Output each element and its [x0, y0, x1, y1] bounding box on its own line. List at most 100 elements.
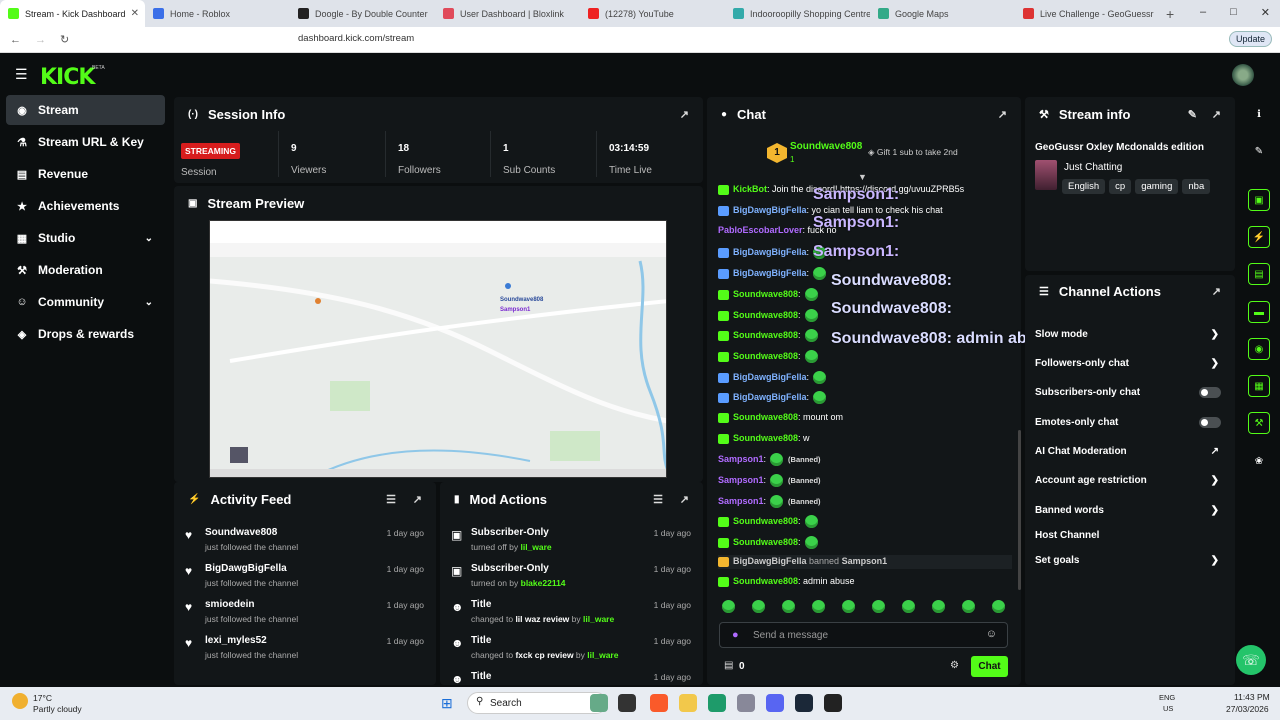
activity-username[interactable]: Soundwave808 [205, 527, 277, 538]
external-link-icon[interactable]: ↗ [1211, 446, 1219, 457]
chevron-right-icon[interactable]: ❯ [1211, 555, 1219, 566]
chat-username[interactable]: Soundwave808 [733, 351, 798, 361]
chat-username[interactable]: BigDawgBigFella [733, 372, 807, 382]
microphone-icon[interactable]: ● [732, 629, 739, 641]
channel-action-subscribers-only-chat[interactable]: Subscribers-only chat [1035, 382, 1223, 402]
kick-logo[interactable]: KICK [40, 65, 95, 90]
chevron-right-icon[interactable]: ❯ [1211, 475, 1219, 486]
ban-mod-name[interactable]: BigDawgBigFella [733, 556, 807, 566]
mod-action-moderator[interactable]: blake22114 [521, 578, 566, 588]
chat-username[interactable]: BigDawgBigFella [733, 392, 807, 402]
file-explorer-icon[interactable] [679, 694, 697, 712]
brave-browser-icon[interactable] [650, 694, 668, 712]
chat-username[interactable]: Sampson1 [718, 454, 764, 464]
settings-app-icon[interactable] [737, 694, 755, 712]
emote-icon[interactable] [992, 600, 1005, 613]
stream-tag[interactable]: cp [1109, 179, 1132, 194]
chat-username[interactable]: KickBot [733, 184, 767, 194]
camera-icon[interactable]: ▣ [1248, 189, 1270, 211]
emote-icon[interactable] [872, 600, 885, 613]
popout-icon[interactable]: ↗ [1212, 285, 1221, 298]
popout-icon[interactable]: ↗ [680, 493, 689, 506]
stream-tag[interactable]: gaming [1135, 179, 1179, 194]
chat-username[interactable]: BigDawgBigFella [733, 205, 807, 215]
mod-action-moderator[interactable]: lil_ware [583, 614, 614, 624]
chat-scrollbar[interactable] [1018, 430, 1021, 590]
minimize-icon[interactable]: – [1200, 6, 1206, 19]
channel-action-slow-mode[interactable]: Slow mode ❯ [1035, 324, 1223, 344]
category-thumbnail[interactable] [1035, 160, 1057, 190]
stream-preview-video[interactable]: Soundwave808 Sampson1 [209, 220, 667, 478]
sidebar-item-revenue[interactable]: ▤ Revenue [6, 159, 165, 189]
chat-username[interactable]: Soundwave808 [733, 310, 798, 320]
channel-action-host-channel[interactable]: Host Channel [1035, 525, 1223, 545]
filter-icon[interactable]: ☰ [653, 493, 663, 506]
settings-icon[interactable]: ⚙ [950, 660, 959, 671]
browser-tab[interactable]: Live Challenge - GeoGuessr [1015, 0, 1160, 27]
chat-username[interactable]: Soundwave808 [733, 330, 798, 340]
sidebar-item-achievements[interactable]: ★ Achievements [6, 191, 165, 221]
stream-tag[interactable]: nba [1182, 179, 1211, 194]
ban-target-name[interactable]: Sampson1 [842, 556, 888, 566]
chat-username[interactable]: Soundwave808 [733, 433, 798, 443]
sidebar-item-stream[interactable]: ◉ Stream [6, 95, 165, 125]
category-name[interactable]: Just Chatting [1064, 162, 1122, 173]
github-icon[interactable] [824, 694, 842, 712]
wrench-icon[interactable]: ⚒ [1248, 412, 1270, 434]
forward-icon[interactable]: → [35, 34, 46, 46]
points-icon[interactable]: ▤ [724, 660, 733, 671]
browser-tab[interactable]: Doogle - By Double Counter [290, 0, 435, 27]
chat-username[interactable]: Soundwave808 [733, 516, 798, 526]
sidebar-item-studio[interactable]: ▦ Studio ⌄ [6, 223, 165, 253]
emoji-icon[interactable]: ☺ [986, 628, 997, 640]
toggle-switch[interactable] [1199, 416, 1221, 428]
chat-username[interactable]: BigDawgBigFella [733, 247, 807, 257]
discord-icon[interactable] [766, 694, 784, 712]
emote-icon[interactable] [902, 600, 915, 613]
support-icon[interactable]: ☏ [1236, 645, 1266, 675]
document-icon[interactable]: ▤ [1248, 263, 1270, 285]
activity-username[interactable]: lexi_myles52 [205, 635, 267, 646]
url-text[interactable]: dashboard.kick.com/stream [298, 33, 414, 44]
chat-username[interactable]: Soundwave808 [733, 576, 798, 586]
emote-icon[interactable] [752, 600, 765, 613]
channel-action-set-goals[interactable]: Set goals ❯ [1035, 550, 1223, 570]
mod-action-moderator[interactable]: lil_ware [520, 542, 551, 552]
emote-icon[interactable] [782, 600, 795, 613]
reload-icon[interactable]: ↻ [60, 33, 69, 46]
emote-icon[interactable] [932, 600, 945, 613]
emote-icon[interactable] [962, 600, 975, 613]
terminal-icon[interactable] [618, 694, 636, 712]
browser-tab[interactable]: Indooroopilly Shopping Centre [725, 0, 870, 27]
filter-icon[interactable]: ☰ [386, 493, 396, 506]
emote-icon[interactable] [842, 600, 855, 613]
browser-tab[interactable]: Stream - Kick Dashboard ✕ [0, 0, 145, 27]
sidebar-item-drops-rewards[interactable]: ◈ Drops & rewards [6, 319, 165, 349]
emote-icon[interactable] [812, 600, 825, 613]
stream-tag[interactable]: English [1062, 179, 1106, 194]
avatar[interactable] [1232, 64, 1254, 86]
popout-icon[interactable]: ↗ [680, 108, 689, 121]
activity-username[interactable]: BigDawgBigFella [205, 563, 287, 574]
spreadsheet-icon[interactable] [708, 694, 726, 712]
back-icon[interactable]: ← [10, 34, 21, 46]
sidebar-item-stream-url-key[interactable]: ⚗ Stream URL & Key [6, 127, 165, 157]
channel-action-emotes-only-chat[interactable]: Emotes-only chat [1035, 412, 1223, 432]
chat-username[interactable]: Soundwave808 [733, 537, 798, 547]
browser-tab[interactable]: User Dashboard | Bloxlink [435, 0, 580, 27]
chat-username[interactable]: Soundwave808 [733, 412, 798, 422]
channel-action-banned-words[interactable]: Banned words ❯ [1035, 500, 1223, 520]
windows-start-icon[interactable]: ⊞ [441, 695, 453, 712]
info-icon[interactable]: ℹ [1248, 103, 1270, 125]
update-button[interactable]: Update [1228, 31, 1272, 47]
sidebar-item-community[interactable]: ☺ Community ⌄ [6, 287, 165, 317]
taskbar-search[interactable]: ⚲ Search [467, 692, 607, 714]
shield-icon[interactable]: ▦ [1248, 375, 1270, 397]
popout-icon[interactable]: ↗ [998, 108, 1007, 121]
chat-username[interactable]: BigDawgBigFella [733, 268, 807, 278]
gift-sub-text[interactable]: ◈ Gift 1 sub to take 2nd [868, 147, 958, 158]
broadcast-icon[interactable]: ◉ [1248, 338, 1270, 360]
browser-tab[interactable]: Google Maps [870, 0, 1015, 27]
chevron-down-icon[interactable]: ⌄ [145, 297, 153, 308]
chevron-right-icon[interactable]: ❯ [1211, 358, 1219, 369]
